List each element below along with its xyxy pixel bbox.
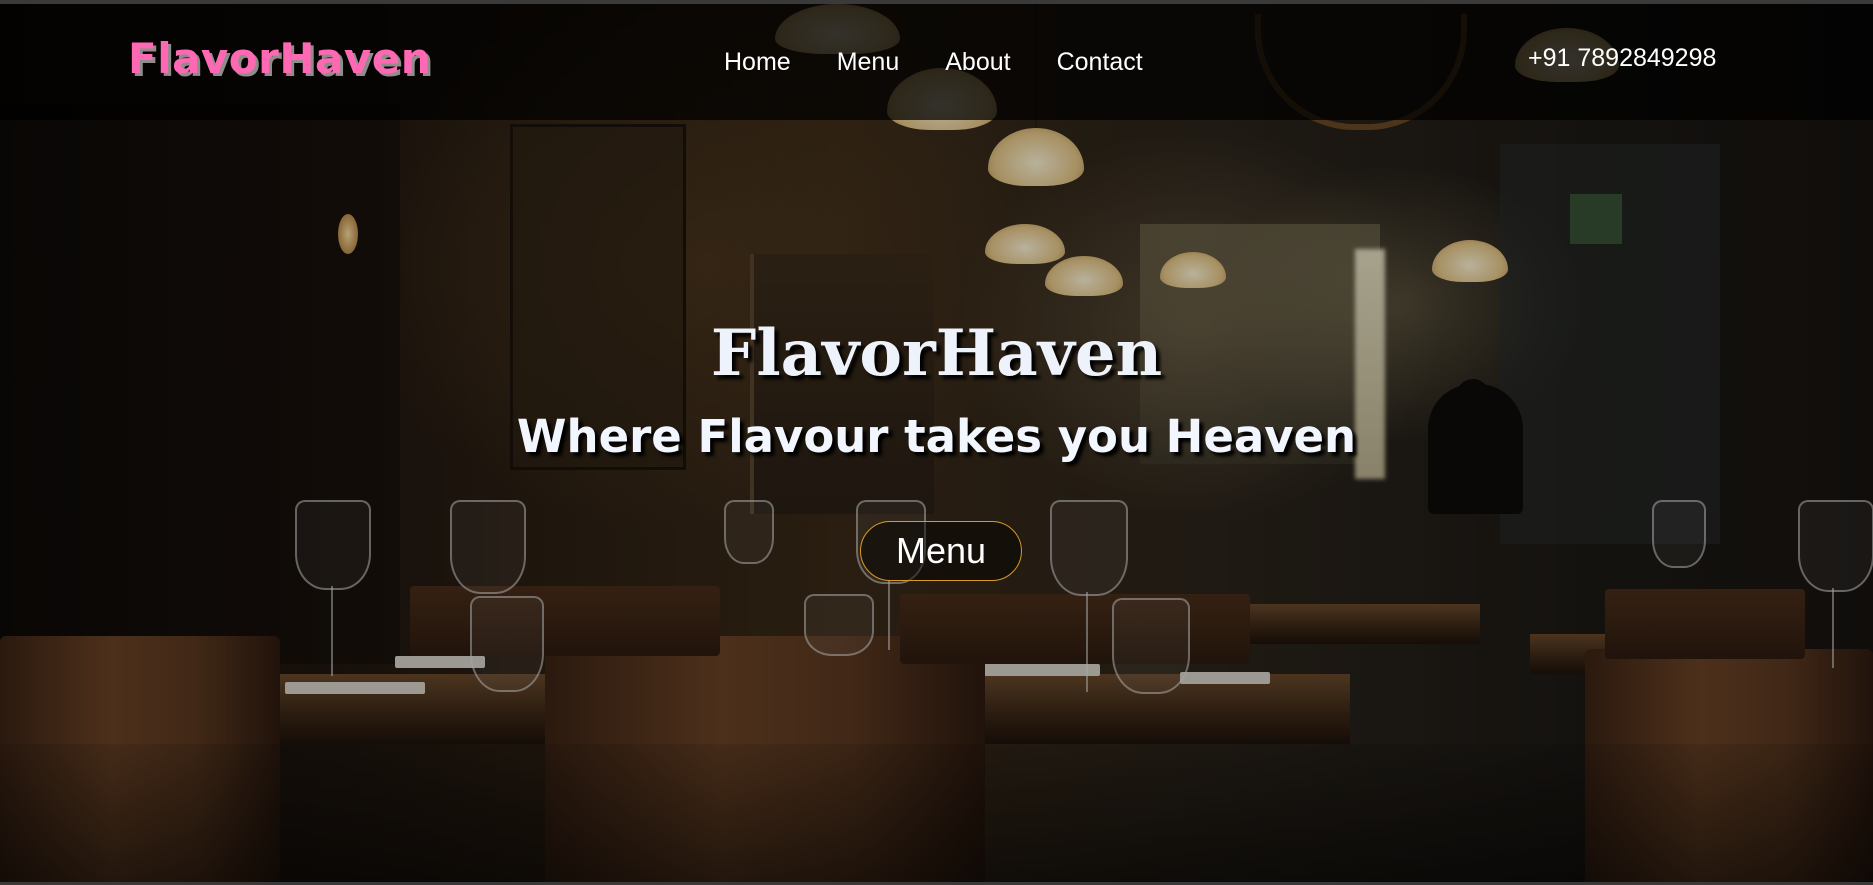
menu-button[interactable]: Menu xyxy=(860,521,1022,581)
nav-link-menu[interactable]: Menu xyxy=(837,48,900,77)
phone-number[interactable]: +91 7892849298 xyxy=(1528,44,1716,73)
hero-background-image: FlavorHaven Home Menu About Contact +91 … xyxy=(0,4,1873,882)
nav-link-contact[interactable]: Contact xyxy=(1057,48,1143,77)
nav-link-home[interactable]: Home xyxy=(724,48,791,77)
hero-subtitle: Where Flavour takes you Heaven xyxy=(516,410,1357,463)
navbar: FlavorHaven Home Menu About Contact +91 … xyxy=(0,4,1873,120)
nav-links: Home Menu About Contact xyxy=(724,48,1189,77)
hero-title: FlavorHaven xyxy=(710,316,1163,391)
brand-logo[interactable]: FlavorHaven xyxy=(128,34,431,83)
nav-link-about[interactable]: About xyxy=(945,48,1010,77)
